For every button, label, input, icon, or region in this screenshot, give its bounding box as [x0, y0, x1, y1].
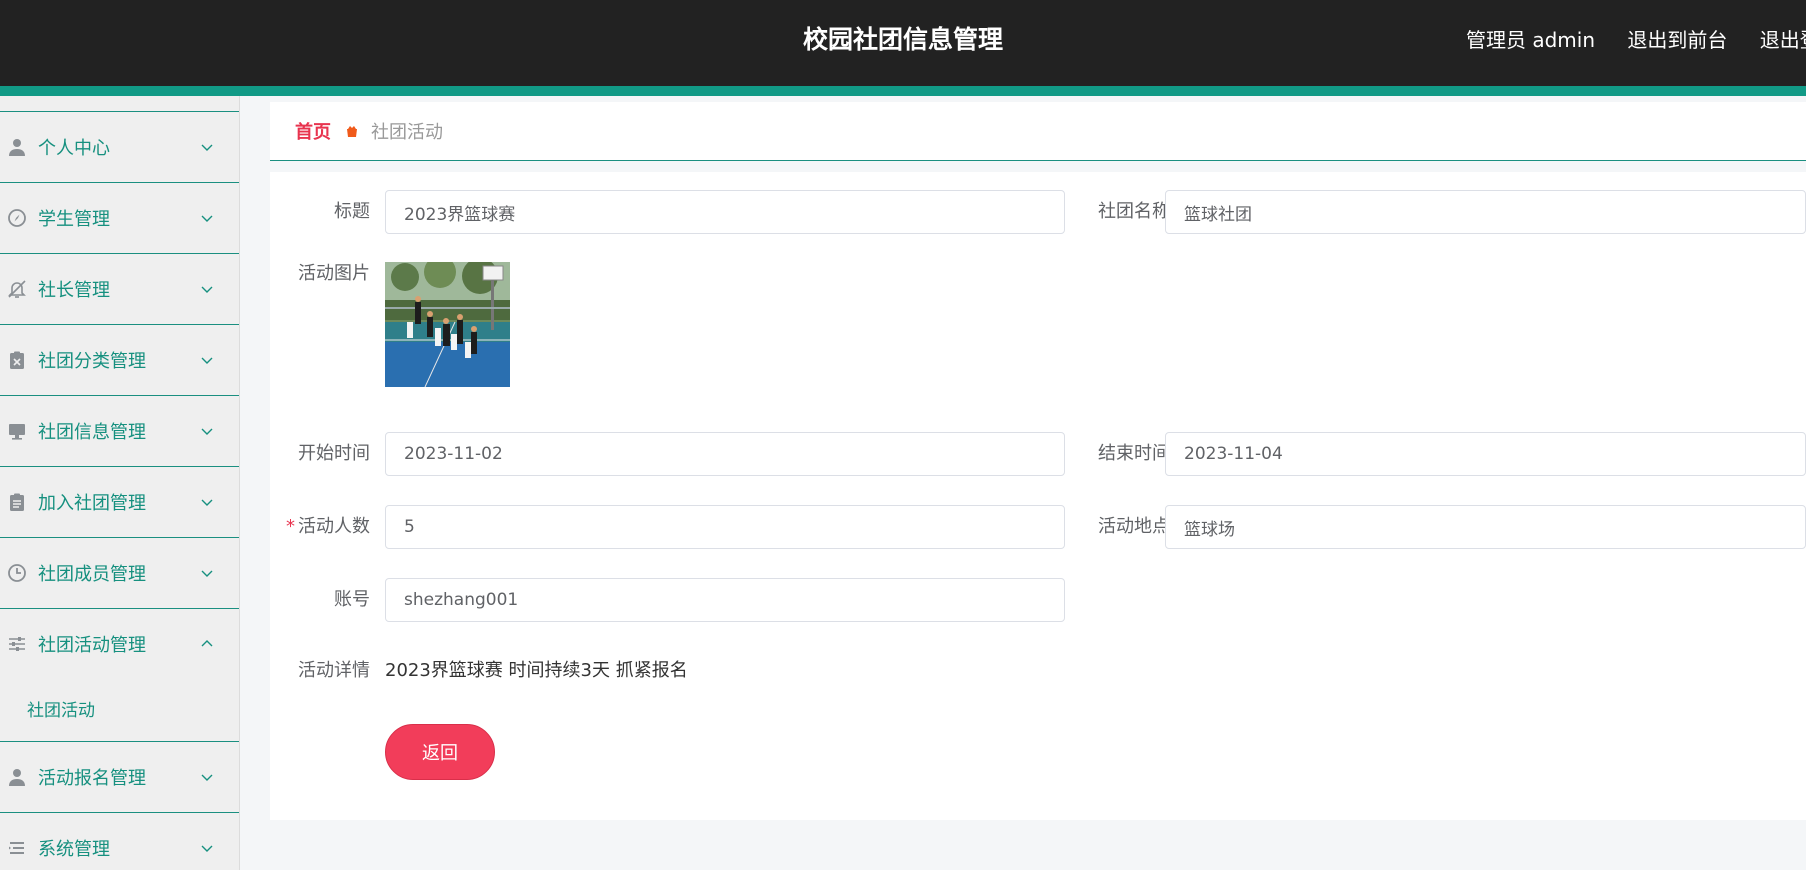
sidebar-item-label: 社团活动管理: [38, 635, 146, 656]
chevron-down-icon: [199, 423, 215, 439]
participant-count-label-text: 活动人数: [298, 516, 370, 537]
sidebar-item-join-club-management[interactable]: 加入社团管理: [0, 466, 239, 537]
sidebar-item-label: 社团成员管理: [38, 564, 146, 585]
sidebar-item-club-activity-management[interactable]: 社团活动管理: [0, 608, 239, 679]
breadcrumb-current: 社团活动: [371, 122, 443, 143]
activity-detail-form: 标题 社团名称 活动图片: [270, 172, 1806, 820]
chevron-down-icon: [199, 139, 215, 155]
chevron-up-icon: [199, 636, 215, 652]
chevron-down-icon: [199, 840, 215, 856]
back-button[interactable]: 返回: [385, 724, 495, 780]
account-input[interactable]: [385, 578, 1065, 622]
sidebar-item-label: 学生管理: [38, 209, 110, 230]
bell-off-icon: [6, 278, 28, 300]
sidebar-item-club-category-management[interactable]: 社团分类管理: [0, 324, 239, 395]
clock-icon: [6, 562, 28, 584]
account-label: 账号: [334, 589, 370, 610]
chevron-down-icon: [199, 210, 215, 226]
participant-count-input[interactable]: [385, 505, 1065, 549]
logout-link[interactable]: 退出登录: [1760, 24, 1806, 53]
start-time-input[interactable]: [385, 432, 1065, 476]
activity-detail-label: 活动详情: [298, 660, 370, 681]
sidebar-subitem-club-activity[interactable]: 社团活动: [0, 680, 239, 736]
required-mark: *: [286, 516, 295, 537]
sidebar-item-system-management[interactable]: 系统管理: [0, 812, 239, 870]
start-time-label: 开始时间: [298, 443, 370, 464]
clipboard-x-icon: [6, 349, 28, 371]
admin-user-link[interactable]: 管理员 admin: [1466, 24, 1595, 53]
end-time-input[interactable]: [1165, 432, 1806, 476]
compass-icon: [6, 207, 28, 229]
sidebar-item-label: 加入社团管理: [38, 493, 146, 514]
list-icon: [6, 837, 28, 859]
sidebar-item-label: 社团分类管理: [38, 351, 146, 372]
chevron-down-icon: [199, 494, 215, 510]
back-to-frontend-link[interactable]: 退出到前台: [1627, 24, 1727, 53]
monitor-icon: [6, 420, 28, 442]
breadcrumb-home-link[interactable]: 首页: [295, 118, 331, 144]
activity-detail-text: 2023界篮球赛 时间持续3天 抓紧报名: [385, 660, 688, 681]
sidebar-item-club-info-management[interactable]: 社团信息管理: [0, 395, 239, 466]
sidebar-item-label: 活动报名管理: [38, 768, 146, 789]
header-accent-strip: [0, 86, 1806, 96]
sidebar-item-activity-signup-management[interactable]: 活动报名管理: [0, 741, 239, 812]
sidebar-item-label: 个人中心: [38, 138, 110, 159]
club-name-input[interactable]: [1165, 190, 1806, 234]
breadcrumb: 首页 社团活动: [270, 102, 1806, 161]
sidebar-item-label: 社长管理: [38, 280, 110, 301]
user-icon: [6, 136, 28, 158]
club-name-label: 社团名称: [1098, 201, 1170, 222]
sidebar-item-club-member-management[interactable]: 社团成员管理: [0, 537, 239, 608]
participant-count-label: * 活动人数: [270, 505, 370, 549]
top-header: 校园社团信息管理 管理员 admin 退出到前台 退出登录: [0, 0, 1806, 86]
chevron-down-icon: [199, 769, 215, 785]
sidebar-item-label: 系统管理: [38, 839, 110, 860]
activity-photo-label: 活动图片: [298, 263, 370, 284]
end-time-label: 结束时间: [1098, 443, 1170, 464]
header-actions: 管理员 admin 退出到前台 退出登录: [1466, 24, 1806, 53]
activity-photo[interactable]: [385, 262, 510, 387]
sidebar: 个人中心 学生管理 社长管理 社团分类管理 社团信息管理 加入社团管理 社团成员…: [0, 96, 240, 870]
location-label: 活动地点: [1098, 516, 1170, 537]
location-input[interactable]: [1165, 505, 1806, 549]
title-input[interactable]: [385, 190, 1065, 234]
user-icon: [6, 766, 28, 788]
title-label: 标题: [334, 201, 370, 222]
chevron-down-icon: [199, 565, 215, 581]
sidebar-item-student-management[interactable]: 学生管理: [0, 182, 239, 253]
sidebar-item-personal-center[interactable]: 个人中心: [0, 111, 239, 182]
clipboard-icon: [6, 491, 28, 513]
chevron-down-icon: [199, 352, 215, 368]
chevron-down-icon: [199, 281, 215, 297]
breadcrumb-separator-icon: [345, 124, 359, 138]
sidebar-item-label: 社团信息管理: [38, 422, 146, 443]
sliders-icon: [6, 633, 28, 655]
sidebar-item-president-management[interactable]: 社长管理: [0, 253, 239, 324]
